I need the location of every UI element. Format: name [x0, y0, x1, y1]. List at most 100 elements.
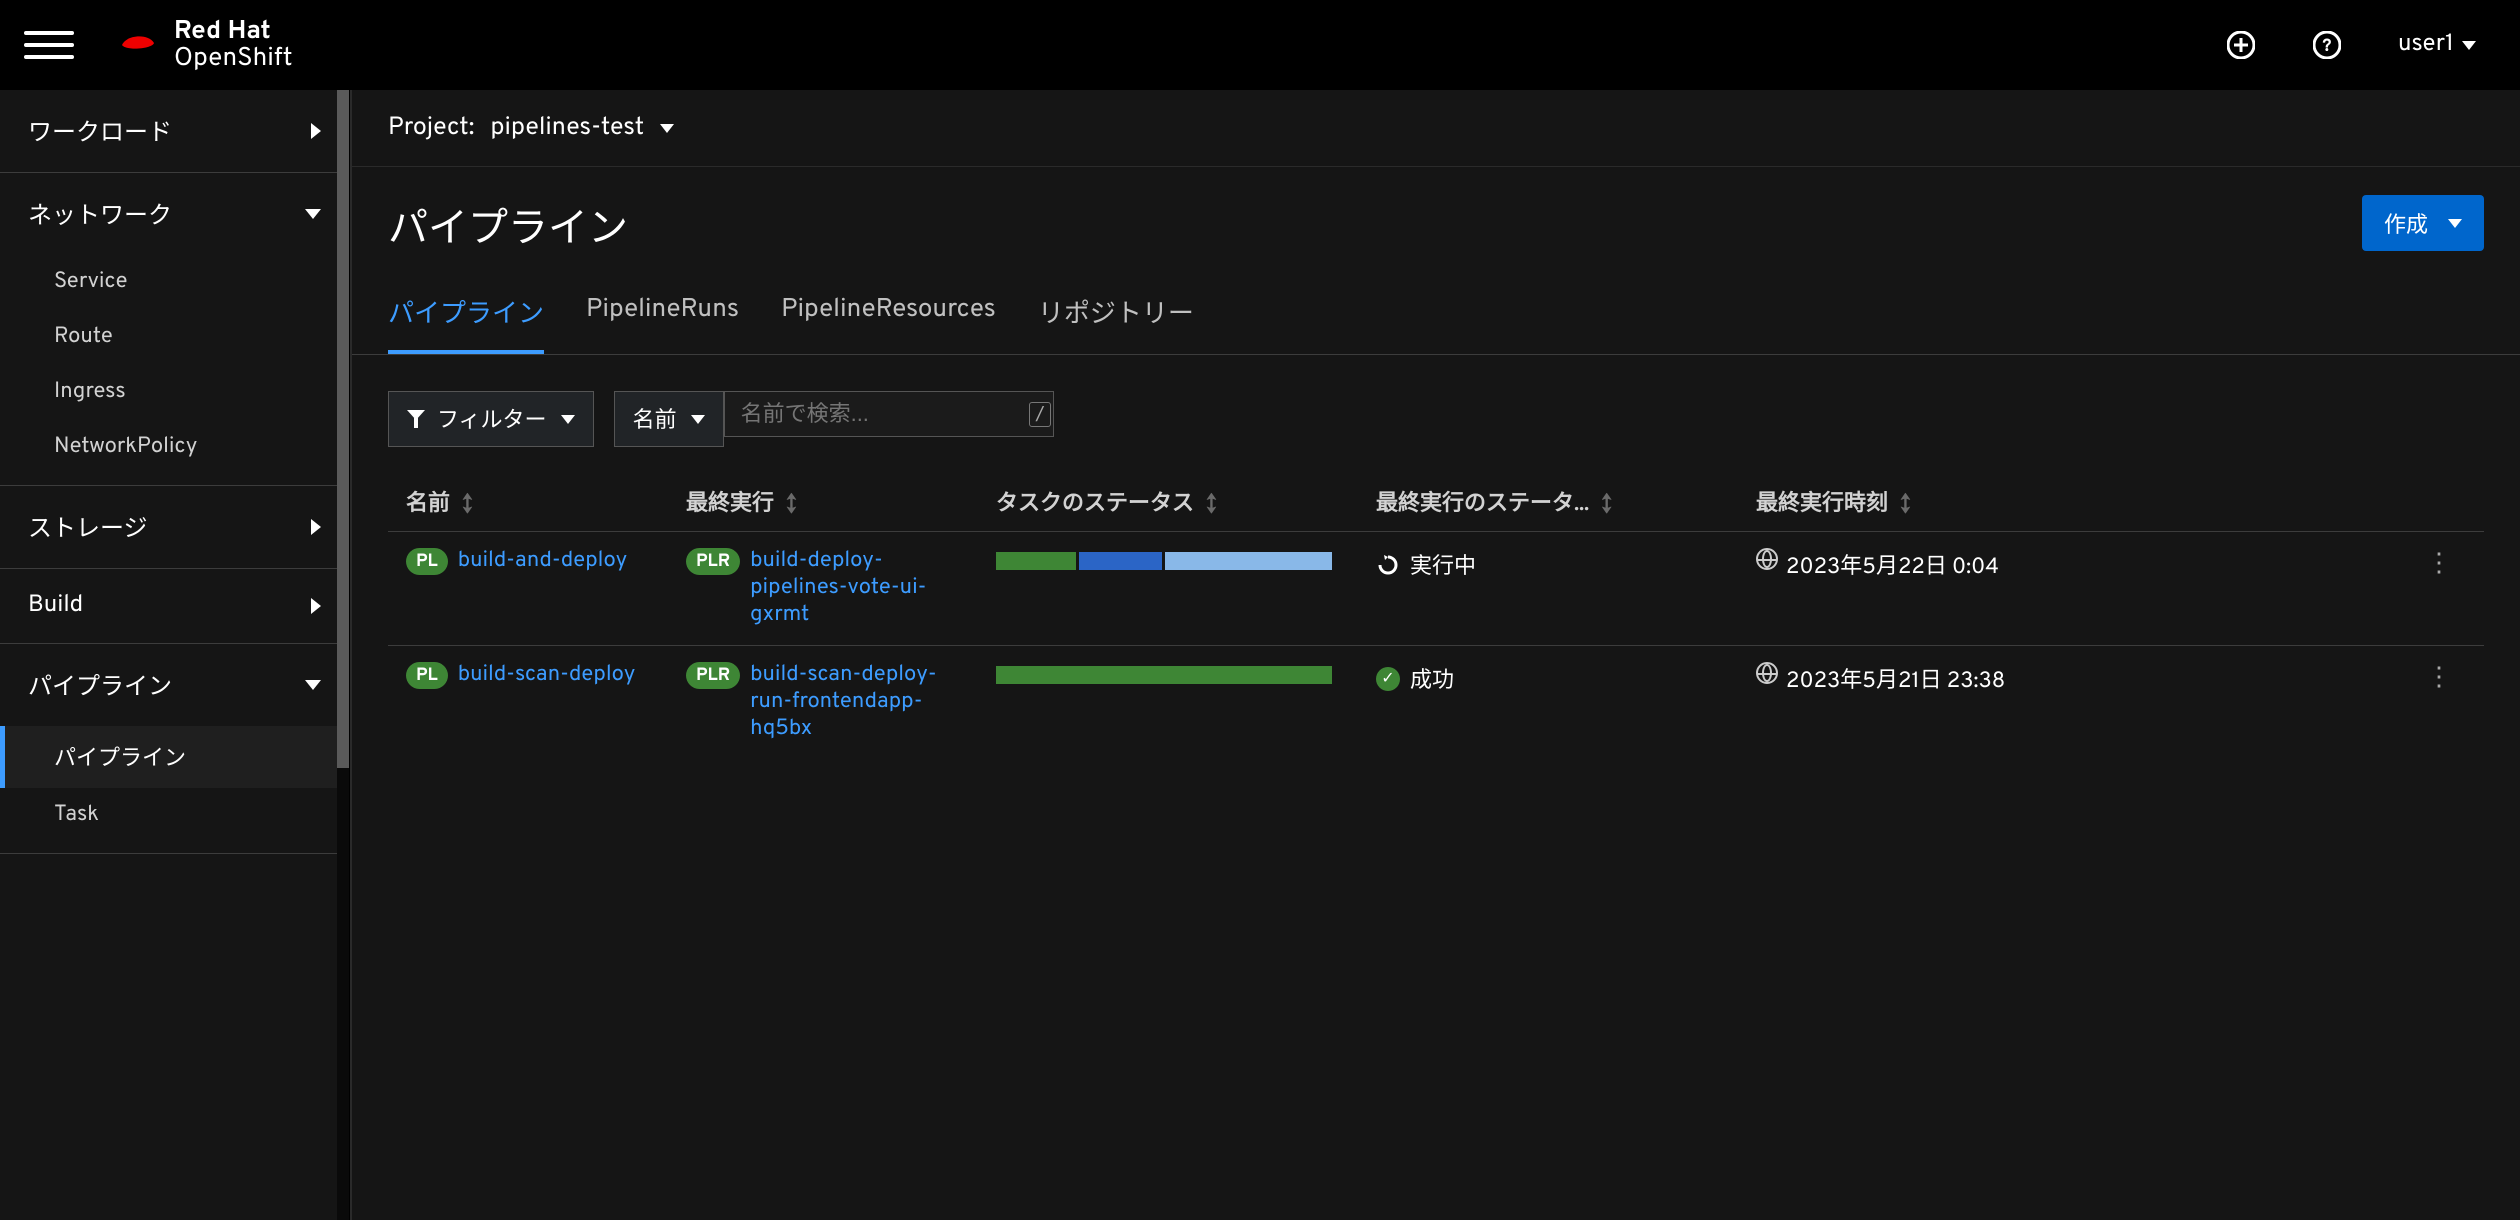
caret-down-icon [691, 415, 705, 424]
table-row: PLbuild-scan-deployPLRbuild-scan-deploy-… [388, 645, 2484, 759]
success-icon: ✓ [1376, 667, 1400, 691]
task-status-bar [996, 666, 1332, 684]
pipeline-link[interactable]: build-scan-deploy [458, 662, 636, 689]
pl-badge: PL [406, 548, 448, 575]
tab[interactable]: リポジトリー [1038, 293, 1194, 354]
timestamp: 2023年5月21日 23:38 [1786, 662, 2005, 696]
nav-group: パイプラインパイプラインTask [0, 644, 349, 854]
sort-icon: ↕ [1900, 492, 1911, 519]
table-header: 名前↕ 最終実行↕ タスクのステータス↕ 最終実行のステータ...↕ 最終実行時… [388, 473, 2484, 531]
col-header-last-time[interactable]: 最終実行時刻↕ [1756, 485, 2416, 519]
brand-line2: OpenShift [174, 45, 293, 72]
toolbar: フィルター 名前 / [352, 355, 2520, 447]
search-type-label: 名前 [633, 402, 677, 436]
user-name: user1 [2398, 30, 2454, 60]
col-header-name[interactable]: 名前↕ [406, 485, 686, 519]
filter-icon [407, 410, 425, 428]
nav-group: ワークロード [0, 90, 349, 173]
nav-group-label: パイプライン [28, 666, 172, 704]
tabs: パイプライン PipelineRuns PipelineResources リポジトリ… [352, 257, 2520, 355]
slash-shortcut-badge: / [1029, 402, 1052, 427]
status-cell: 実行中 [1376, 548, 1756, 582]
nav-group-header[interactable]: ストレージ [0, 486, 349, 568]
status-text: 成功 [1410, 662, 1454, 696]
kebab-menu[interactable]: ⋮ [2416, 548, 2466, 581]
tab[interactable]: パイプライン [388, 293, 544, 354]
tab[interactable]: PipelineResources [781, 293, 996, 354]
add-icon[interactable] [2226, 30, 2256, 60]
chevron-right-icon [311, 123, 321, 139]
filter-button[interactable]: フィルター [388, 391, 594, 447]
redhat-icon [114, 27, 160, 63]
sort-icon: ↕ [786, 492, 797, 519]
nav-subitem[interactable]: Ingress [0, 365, 349, 420]
nav-group-label: Build [28, 591, 83, 621]
project-label: Project: [388, 112, 474, 144]
caret-down-icon [2448, 219, 2462, 228]
sort-icon: ↕ [462, 492, 473, 519]
help-icon[interactable]: ? [2312, 30, 2342, 60]
caret-down-icon [561, 415, 575, 424]
nav-group: ネットワーク ServiceRouteIngressNetworkPolicy [0, 173, 349, 486]
search-type-dropdown[interactable]: 名前 [614, 391, 724, 447]
pipelines-table: 名前↕ 最終実行↕ タスクのステータス↕ 最終実行のステータ...↕ 最終実行時… [352, 447, 2520, 759]
nav-group-header[interactable]: ネットワーク [0, 173, 349, 255]
timestamp: 2023年5月22日 0:04 [1786, 548, 1999, 582]
brand-text: Red Hat OpenShift [174, 18, 293, 73]
top-navigation-bar: Red Hat OpenShift ? user1 [0, 0, 2520, 90]
status-segment [996, 552, 1076, 570]
status-segment [996, 666, 1332, 684]
pl-badge: PL [406, 662, 448, 689]
pipelinerun-link[interactable]: build-scan-deploy-run-frontendapp-hq5bx [750, 662, 950, 743]
chevron-right-icon [311, 598, 321, 614]
nav-group-header[interactable]: Build [0, 569, 349, 643]
col-header-task-status[interactable]: タスクのステータス↕ [996, 485, 1376, 519]
create-button[interactable]: 作成 [2362, 195, 2484, 251]
create-button-label: 作成 [2384, 207, 2428, 239]
status-segment [1165, 552, 1332, 570]
col-header-last-run[interactable]: 最終実行↕ [686, 485, 996, 519]
hamburger-menu-button[interactable] [24, 20, 74, 70]
page-title: パイプライン [388, 195, 628, 257]
status-segment [1079, 552, 1163, 570]
nav-group: ストレージ [0, 486, 349, 569]
globe-icon [1756, 548, 1778, 570]
kebab-menu[interactable]: ⋮ [2416, 662, 2466, 695]
sidebar: ワークロードネットワーク ServiceRouteIngressNetworkPo… [0, 90, 350, 1220]
nav-subitem[interactable]: パイプライン [0, 726, 349, 788]
chevron-down-icon [305, 680, 321, 690]
status-text: 実行中 [1410, 548, 1476, 582]
nav-subitem[interactable]: Service [0, 255, 349, 310]
brand-line1: Red Hat [174, 18, 293, 45]
pipelinerun-link[interactable]: build-deploy-pipelines-vote-ui-gxrmt [750, 548, 950, 629]
sort-icon: ↕ [1601, 492, 1612, 519]
search-field-wrap: / [724, 391, 1054, 437]
nav-group-header[interactable]: パイプライン [0, 644, 349, 726]
globe-icon [1756, 662, 1778, 684]
sidebar-scrollbar[interactable] [337, 90, 349, 1220]
pipeline-link[interactable]: build-and-deploy [458, 548, 628, 575]
brand-logo[interactable]: Red Hat OpenShift [114, 18, 293, 73]
nav-group-header[interactable]: ワークロード [0, 90, 349, 172]
table-row: PLbuild-and-deployPLRbuild-deploy-pipeli… [388, 531, 2484, 645]
chevron-down-icon [660, 124, 674, 133]
search-input[interactable] [741, 401, 1029, 427]
col-header-last-status[interactable]: 最終実行のステータ...↕ [1376, 485, 1756, 519]
tab[interactable]: PipelineRuns [586, 293, 739, 354]
user-menu[interactable]: user1 [2398, 30, 2476, 60]
nav-subitem[interactable]: Task [0, 788, 349, 843]
chevron-right-icon [311, 519, 321, 535]
nav-group: Build [0, 569, 349, 644]
task-status-bar [996, 552, 1332, 570]
nav-group-label: ネットワーク [28, 195, 172, 233]
chevron-down-icon [305, 209, 321, 219]
nav-subitem[interactable]: NetworkPolicy [0, 420, 349, 475]
svg-text:?: ? [2322, 35, 2331, 58]
nav-group-label: ストレージ [28, 508, 148, 546]
nav-subitem[interactable]: Route [0, 310, 349, 365]
running-icon [1376, 553, 1400, 577]
project-name: pipelines-test [490, 112, 644, 144]
filter-label: フィルター [437, 402, 547, 436]
status-cell: ✓ 成功 [1376, 662, 1756, 696]
project-selector[interactable]: Project: pipelines-test [352, 90, 2520, 167]
